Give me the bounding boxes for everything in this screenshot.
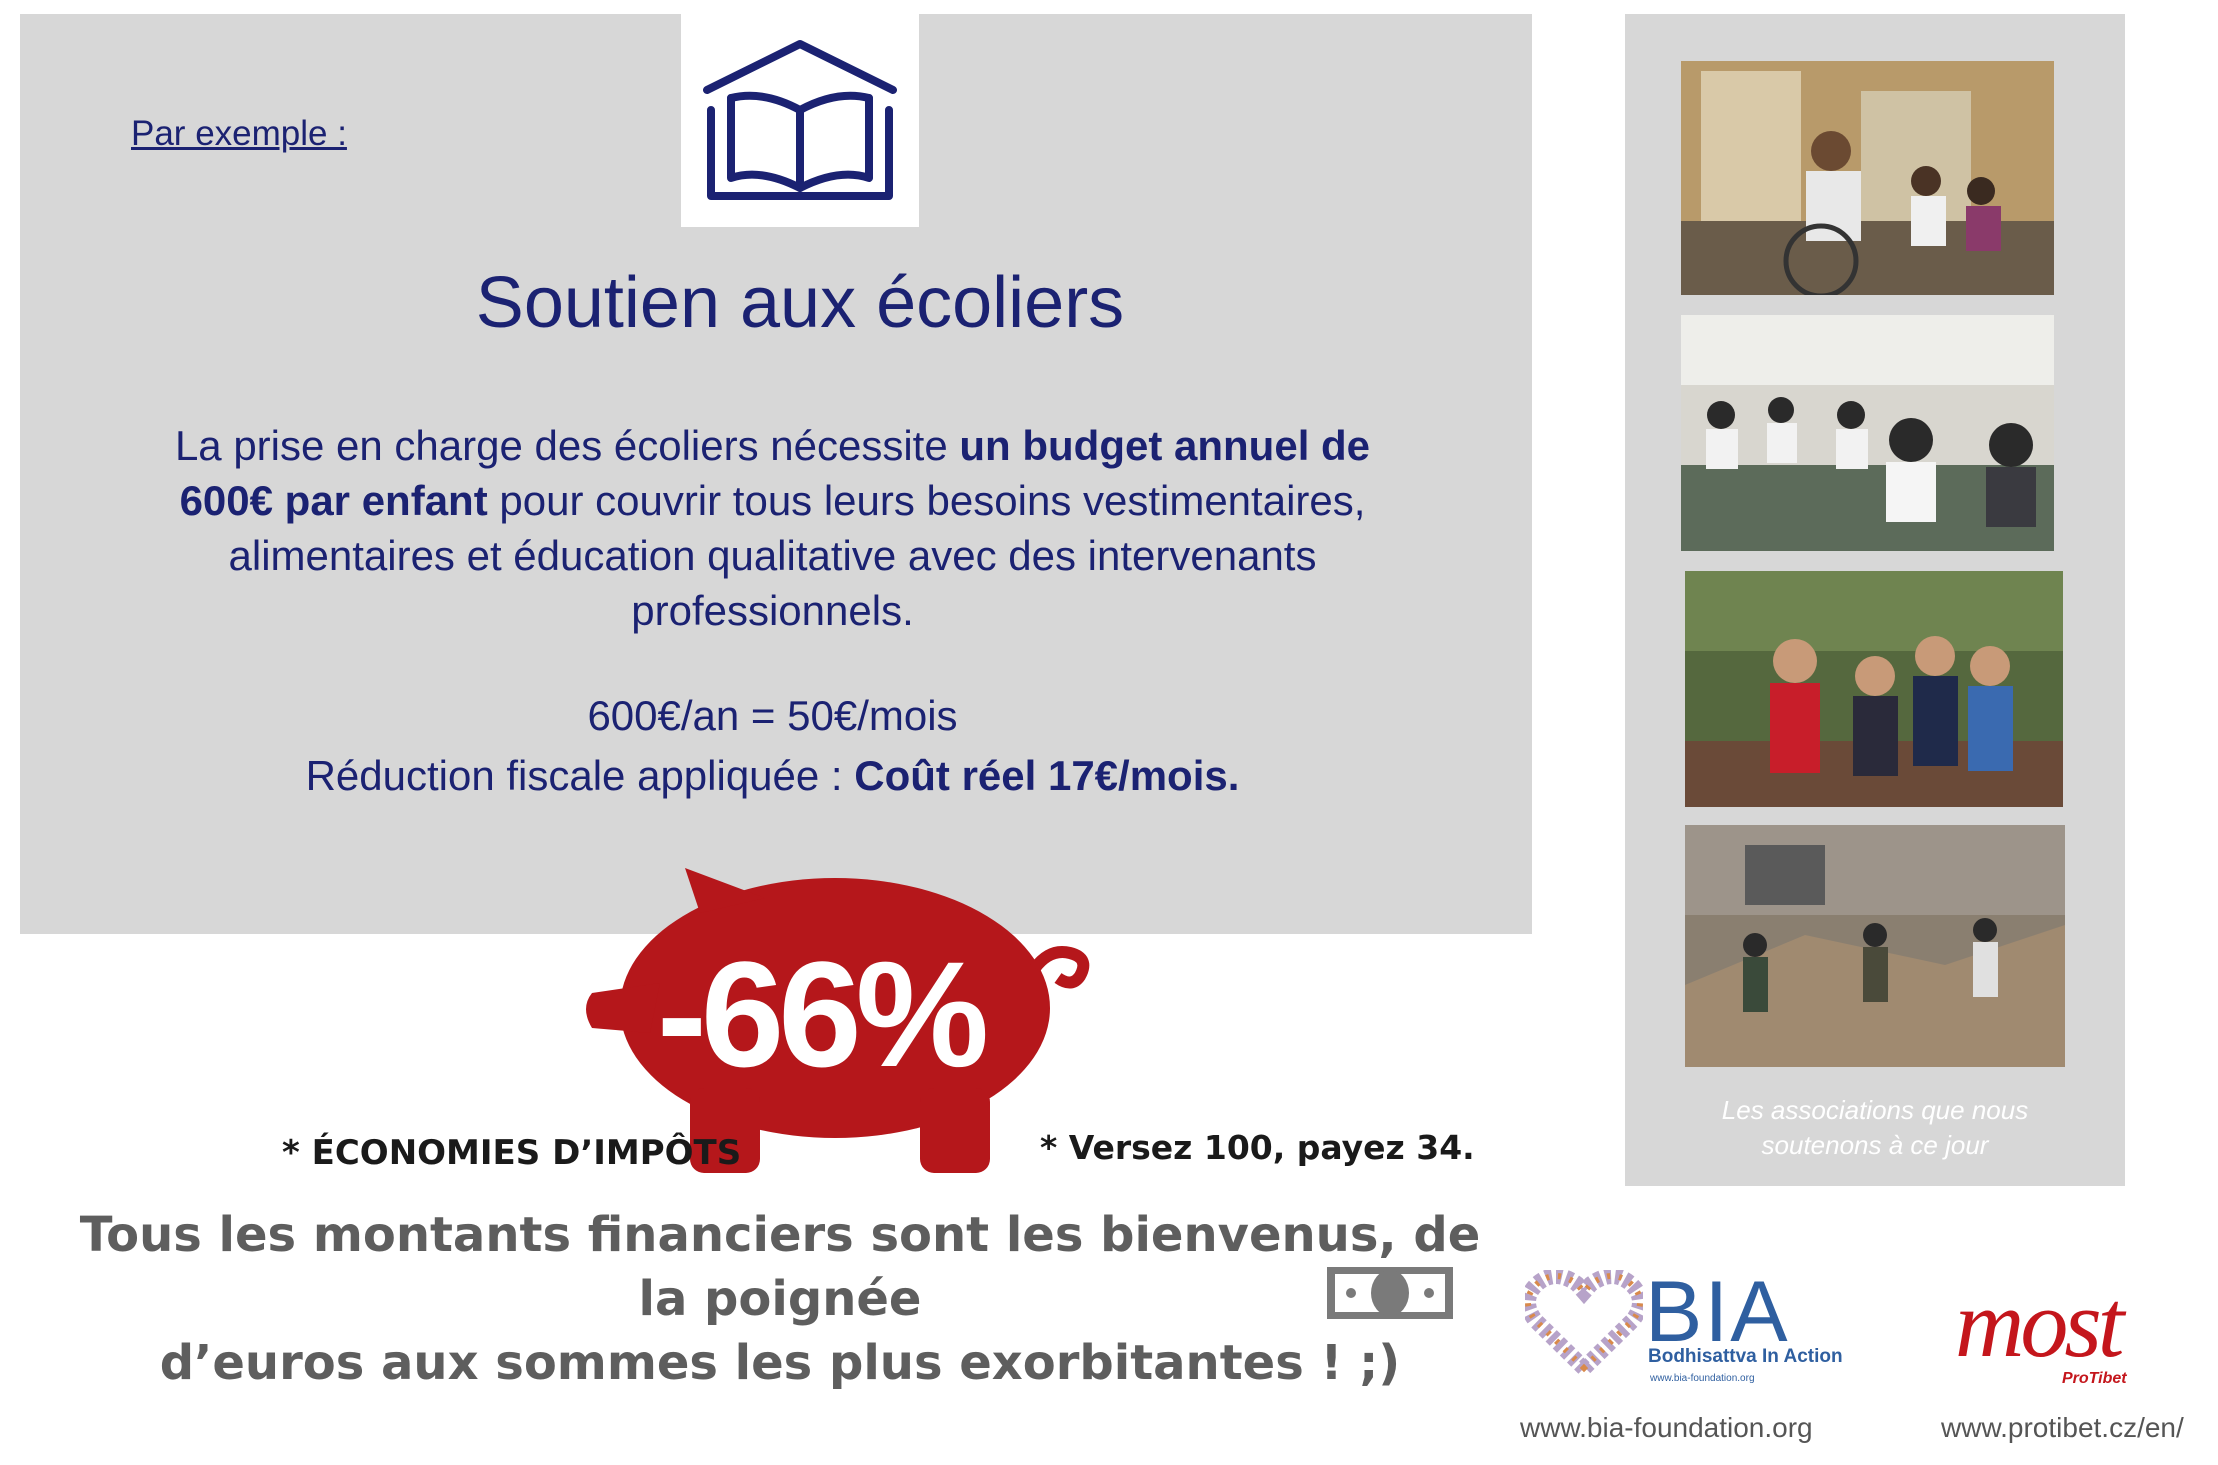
bia-website-link[interactable]: www.bia-foundation.org [1520,1412,1813,1444]
most-logo-name: most [1955,1270,2124,1377]
heart-logo-icon [1525,1270,1643,1375]
photo-earthquake-rubble [1685,825,2065,1067]
photo-students-in-class [1681,315,2054,551]
photo-classroom-wheelchairs [1681,61,2054,295]
side-caption: Les associations que nous soutenons à ce… [1625,1093,2125,1163]
description-text: La prise en charge des écoliers nécessit… [174,422,960,469]
closing-message: Tous les montants financiers sont les bi… [60,1203,1500,1395]
side-caption-line-1: Les associations que nous [1721,1095,2029,1125]
closing-line-1: Tous les montants financiers sont les bi… [79,1207,1481,1327]
description: La prise en charge des écoliers nécessit… [150,418,1395,638]
book-box [681,14,919,227]
example-link[interactable]: Par exemple : [131,114,347,154]
book-house-icon [703,40,897,200]
discount-percent: -66% [656,930,989,1098]
pay-note: * Versez 100, payez 34. [1040,1128,1475,1167]
bia-logo-url: www.bia-foundation.org [1650,1373,1755,1384]
reduction-prefix: Réduction fiscale appliquée : [305,752,855,799]
real-cost: Coût réel 17€/mois. [854,752,1240,799]
most-logo-subtitle: ProTibet [2062,1370,2127,1387]
photo-cheering-children [1685,571,2063,807]
price-line: 600€/an = 50€/mois [587,692,958,739]
reduction-line: Réduction fiscale appliquée : Coût réel … [150,752,1395,800]
protibet-website-link[interactable]: www.protibet.cz/en/ [1941,1412,2184,1444]
page-title: Soutien aux écoliers [475,263,1125,343]
money-bill-icon [1327,1267,1453,1319]
tax-savings-note: * ÉCONOMIES D’IMPÔTS [282,1133,742,1173]
side-caption-line-2: soutenons à ce jour [1761,1130,1989,1160]
closing-line-2: d’euros aux sommes les plus exorbitantes… [159,1335,1401,1391]
bia-logo-subtitle: Bodhisattva In Action [1648,1346,1843,1367]
